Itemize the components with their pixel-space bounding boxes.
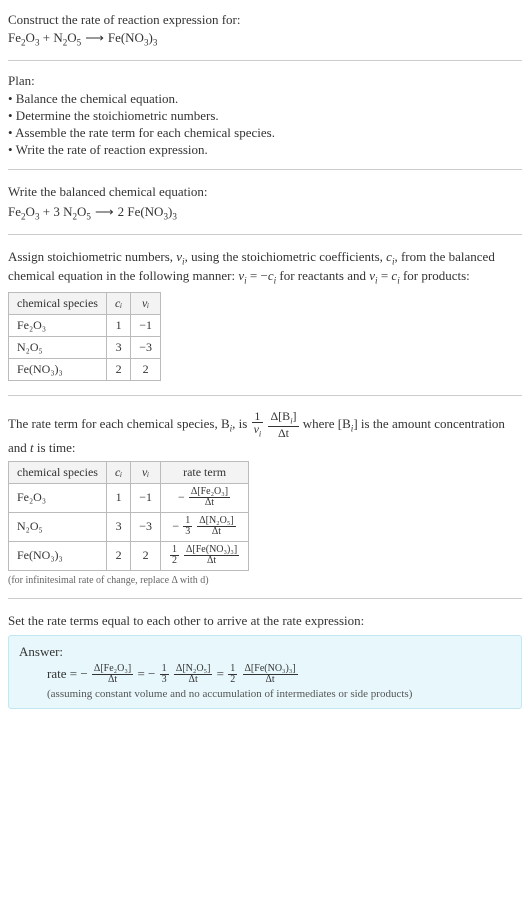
set-equal-text: Set the rate terms equal to each other t… xyxy=(8,613,522,629)
col-ci: cᵢ xyxy=(106,461,130,483)
col-species: chemical species xyxy=(9,461,107,483)
divider xyxy=(8,598,522,599)
cell-species: Fe₂O₃ xyxy=(9,314,107,336)
species-fe2o3: Fe2O3 xyxy=(8,30,39,45)
rate-frac: Δ[Fe₂O₃] Δt xyxy=(91,664,134,686)
prompt-equation: Fe2O3 + N2O5⟶Fe(NO3)3 xyxy=(8,30,522,48)
cell-ci: 1 xyxy=(106,314,130,336)
plan-item: • Write the rate of reaction expression. xyxy=(8,142,522,158)
table-row: N₂O₅ 3 −3 xyxy=(9,336,161,358)
coef-frac: 1 2 xyxy=(227,664,238,686)
stoich-table-2: chemical species cᵢ νᵢ rate term Fe₂O₃ 1… xyxy=(8,461,249,571)
answer-box: Answer: rate = − Δ[Fe₂O₃] Δt = − 1 3 Δ[N… xyxy=(8,635,522,709)
rate-term-text: The rate term for each chemical species,… xyxy=(8,410,522,457)
balanced-equation: Fe2O3 + 3 N2O5⟶2 Fe(NO3)3 xyxy=(8,204,522,222)
rate-frac: Δ[N₂O₅] Δt xyxy=(173,664,214,686)
cell-species: N₂O₅ xyxy=(9,512,107,541)
cell-ci: 3 xyxy=(106,512,130,541)
answer-assumption: (assuming constant volume and no accumul… xyxy=(19,688,511,700)
divider xyxy=(8,395,522,396)
cell-species: N₂O₅ xyxy=(9,336,107,358)
reaction-arrow-icon: ⟶ xyxy=(91,204,118,219)
prompt-section: Construct the rate of reaction expressio… xyxy=(8,4,522,56)
table-row: Fe(NO₃)₃ 2 2 1 2 Δ[Fe(NO₃)₃] Δt xyxy=(9,541,249,570)
footnote: (for infinitesimal rate of change, repla… xyxy=(8,575,522,586)
plan-heading: Plan: xyxy=(8,73,522,89)
col-nui: νᵢ xyxy=(131,461,161,483)
cell-ci: 2 xyxy=(106,358,130,380)
frac-1-over-nu: 1 νi xyxy=(251,410,265,440)
answer-section: Set the rate terms equal to each other t… xyxy=(8,603,522,719)
assign-section: Assign stoichiometric numbers, νi, using… xyxy=(8,239,522,391)
divider xyxy=(8,234,522,235)
cell-rate-term: − Δ[Fe₂O₃] Δt xyxy=(160,483,248,512)
cell-nui: 2 xyxy=(131,358,161,380)
plan-item: • Balance the chemical equation. xyxy=(8,91,522,107)
frac-dBi-dt: Δ[Bi] Δt xyxy=(267,410,299,440)
assign-text: Assign stoichiometric numbers, νi, using… xyxy=(8,249,522,288)
table-header-row: chemical species cᵢ νᵢ xyxy=(9,292,161,314)
plan-item: • Determine the stoichiometric numbers. xyxy=(8,108,522,124)
cell-rate-term: 1 2 Δ[Fe(NO₃)₃] Δt xyxy=(160,541,248,570)
coef-frac: 1 3 xyxy=(159,664,170,686)
table-row: N₂O₅ 3 −3 − 1 3 Δ[N₂O₅] Δt xyxy=(9,512,249,541)
stoich-table-1: chemical species cᵢ νᵢ Fe₂O₃ 1 −1 N₂O₅ 3… xyxy=(8,292,161,381)
cell-ci: 3 xyxy=(106,336,130,358)
cell-ci: 2 xyxy=(106,541,130,570)
rate-frac: Δ[N₂O₅] Δt xyxy=(196,516,237,538)
divider xyxy=(8,169,522,170)
table-row: Fe₂O₃ 1 −1 xyxy=(9,314,161,336)
prompt-text: Construct the rate of reaction expressio… xyxy=(8,12,522,28)
cell-species: Fe(NO₃)₃ xyxy=(9,358,107,380)
coef-frac: 1 2 xyxy=(169,545,180,567)
cell-species: Fe₂O₃ xyxy=(9,483,107,512)
cell-nui: −3 xyxy=(131,336,161,358)
plan-section: Plan: • Balance the chemical equation. •… xyxy=(8,65,522,165)
col-nui: νᵢ xyxy=(131,292,161,314)
plan-item: • Assemble the rate term for each chemic… xyxy=(8,125,522,141)
cell-nui: −3 xyxy=(131,512,161,541)
balanced-heading: Write the balanced chemical equation: xyxy=(8,184,522,201)
col-ci: cᵢ xyxy=(106,292,130,314)
rate-frac: Δ[Fe(NO₃)₃] Δt xyxy=(242,664,299,686)
table-row: Fe₂O₃ 1 −1 − Δ[Fe₂O₃] Δt xyxy=(9,483,249,512)
reaction-arrow-icon: ⟶ xyxy=(81,30,108,45)
col-rate-term: rate term xyxy=(160,461,248,483)
cell-nui: −1 xyxy=(131,314,161,336)
divider xyxy=(8,60,522,61)
answer-label: Answer: xyxy=(19,644,511,660)
cell-nui: 2 xyxy=(131,541,161,570)
coef-frac: 1 3 xyxy=(182,516,193,538)
balanced-section: Write the balanced chemical equation: Fe… xyxy=(8,174,522,230)
cell-nui: −1 xyxy=(131,483,161,512)
rate-frac: Δ[Fe₂O₃] Δt xyxy=(188,487,231,509)
cell-ci: 1 xyxy=(106,483,130,512)
cell-species: Fe(NO₃)₃ xyxy=(9,541,107,570)
table-header-row: chemical species cᵢ νᵢ rate term xyxy=(9,461,249,483)
rate-frac: Δ[Fe(NO₃)₃] Δt xyxy=(183,545,240,567)
table-row: Fe(NO₃)₃ 2 2 xyxy=(9,358,161,380)
cell-rate-term: − 1 3 Δ[N₂O₅] Δt xyxy=(160,512,248,541)
species-feno33: Fe(NO3)3 xyxy=(108,30,158,45)
answer-expression: rate = − Δ[Fe₂O₃] Δt = − 1 3 Δ[N₂O₅] Δt … xyxy=(19,664,511,686)
species-n2o5: N2O5 xyxy=(53,30,81,45)
rate-term-section: The rate term for each chemical species,… xyxy=(8,400,522,594)
col-species: chemical species xyxy=(9,292,107,314)
